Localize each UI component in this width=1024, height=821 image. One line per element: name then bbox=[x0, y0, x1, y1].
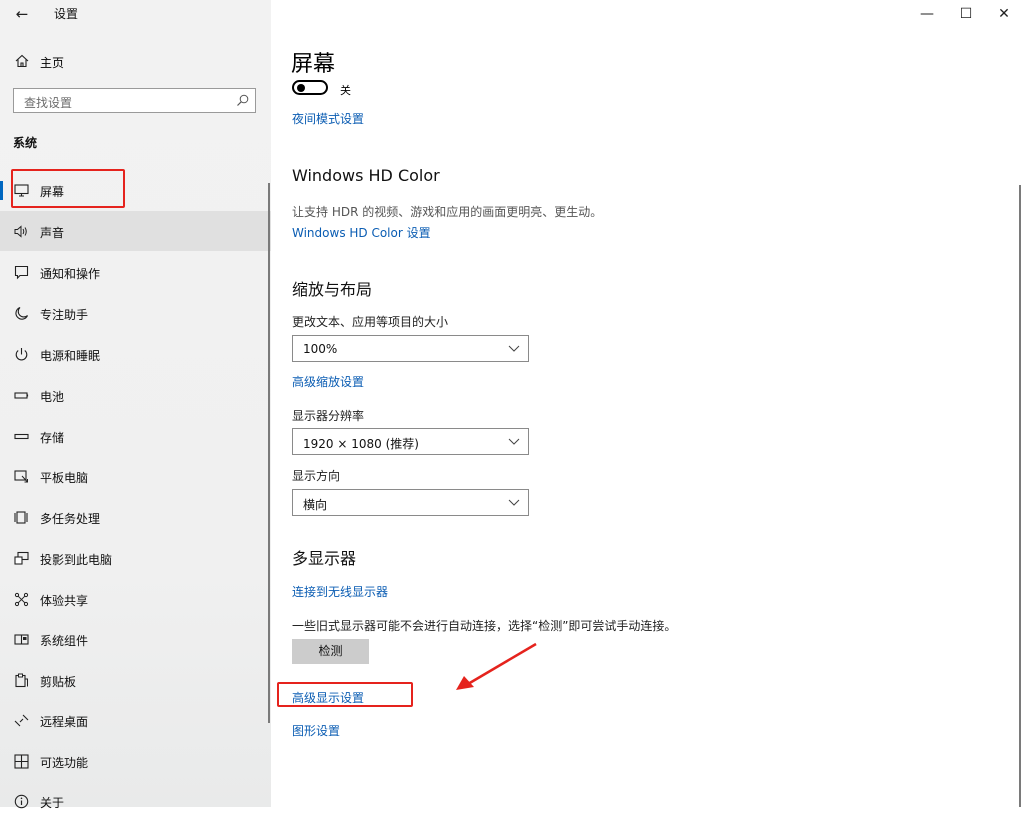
moon-icon bbox=[15, 306, 29, 320]
sidebar-item-label: 声音 bbox=[40, 226, 65, 240]
sidebar-item-tablet[interactable]: 平板电脑 bbox=[0, 456, 271, 496]
sidebar-item-sound[interactable]: 声音 bbox=[0, 211, 271, 251]
home-icon bbox=[15, 54, 29, 68]
selected-indicator bbox=[0, 181, 3, 200]
minimize-button[interactable]: — bbox=[912, 4, 942, 24]
speaker-icon bbox=[14, 225, 27, 238]
resolution-select[interactable]: 1920 × 1080 (推荐) bbox=[292, 428, 529, 455]
sidebar-item-optional-features[interactable]: 可选功能 bbox=[0, 741, 271, 781]
home-label: 主页 bbox=[40, 56, 65, 70]
sidebar-item-label: 多任务处理 bbox=[40, 512, 101, 526]
orientation-select[interactable]: 横向 bbox=[292, 489, 529, 516]
detect-hint: 一些旧式显示器可能不会进行自动连接，选择“检测”即可尝试手动连接。 bbox=[292, 619, 677, 633]
sidebar-item-project[interactable]: 投影到此电脑 bbox=[0, 538, 271, 578]
sidebar-item-remote-desktop[interactable]: 远程桌面 bbox=[0, 700, 271, 740]
advanced-scaling-link[interactable]: 高级缩放设置 bbox=[292, 373, 364, 390]
sidebar-item-label: 专注助手 bbox=[40, 308, 89, 322]
orientation-value: 横向 bbox=[303, 498, 328, 512]
app-title: 设置 bbox=[54, 7, 79, 21]
multitask-icon bbox=[14, 511, 28, 524]
sidebar-item-label: 关于 bbox=[40, 796, 65, 810]
sidebar-item-battery[interactable]: 电池 bbox=[0, 375, 271, 415]
storage-icon bbox=[14, 433, 29, 440]
share-icon bbox=[14, 592, 29, 607]
detect-button[interactable]: 检测 bbox=[292, 639, 369, 664]
wireless-display-link[interactable]: 连接到无线显示器 bbox=[292, 583, 388, 600]
sidebar-item-clipboard[interactable]: 剪贴板 bbox=[0, 660, 271, 700]
orientation-label: 显示方向 bbox=[292, 469, 341, 483]
remote-desktop-icon bbox=[14, 714, 29, 727]
sidebar-item-label: 剪贴板 bbox=[40, 675, 77, 689]
notification-icon bbox=[14, 265, 29, 280]
sidebar-item-label: 存储 bbox=[40, 431, 65, 445]
sidebar-item-multitasking[interactable]: 多任务处理 bbox=[0, 497, 271, 537]
sidebar-item-label: 通知和操作 bbox=[40, 267, 101, 281]
scale-layout-heading: 缩放与布局 bbox=[292, 280, 373, 299]
chevron-down-icon bbox=[508, 499, 520, 506]
night-light-toggle[interactable] bbox=[292, 80, 328, 95]
back-arrow-icon[interactable]: ← bbox=[10, 3, 34, 25]
hdr-settings-link[interactable]: Windows HD Color 设置 bbox=[292, 224, 431, 241]
chevron-down-icon bbox=[508, 438, 520, 445]
resolution-label: 显示器分辨率 bbox=[292, 409, 365, 423]
sidebar-item-label: 电池 bbox=[40, 390, 65, 404]
components-icon bbox=[14, 634, 29, 645]
hdr-description: 让支持 HDR 的视频、游戏和应用的画面更明亮、更生动。 bbox=[292, 205, 603, 219]
sidebar-item-label: 体验共享 bbox=[40, 594, 89, 608]
sidebar-scrollbar[interactable] bbox=[268, 183, 270, 723]
optional-features-icon bbox=[14, 754, 29, 769]
sidebar-item-label: 投影到此电脑 bbox=[40, 553, 113, 567]
sidebar-item-focus-assist[interactable]: 专注助手 bbox=[0, 293, 271, 333]
maximize-button[interactable]: ☐ bbox=[951, 4, 981, 24]
search-icon[interactable] bbox=[236, 94, 249, 107]
sidebar-item-label: 可选功能 bbox=[40, 756, 89, 770]
sidebar-item-label: 远程桌面 bbox=[40, 715, 89, 729]
resolution-value: 1920 × 1080 (推荐) bbox=[303, 437, 419, 451]
graphics-settings-link[interactable]: 图形设置 bbox=[292, 722, 340, 739]
sidebar-item-notifications[interactable]: 通知和操作 bbox=[0, 252, 271, 292]
close-button[interactable]: ✕ bbox=[989, 4, 1019, 24]
sidebar-item-shared-experiences[interactable]: 体验共享 bbox=[0, 579, 271, 619]
night-light-state: 关 bbox=[340, 84, 351, 97]
sidebar-item-about[interactable]: 关于 bbox=[0, 781, 271, 821]
page-title: 屏幕 bbox=[291, 52, 336, 77]
advanced-display-link[interactable]: 高级显示设置 bbox=[292, 689, 364, 706]
battery-icon bbox=[14, 392, 29, 399]
hdr-heading: Windows HD Color bbox=[292, 166, 440, 185]
multi-display-heading: 多显示器 bbox=[292, 549, 357, 568]
text-size-label: 更改文本、应用等项目的大小 bbox=[292, 315, 449, 329]
search-input[interactable]: 查找设置 bbox=[13, 88, 256, 113]
sidebar-item-power-sleep[interactable]: 电源和睡眠 bbox=[0, 334, 271, 374]
clipboard-icon bbox=[15, 673, 28, 688]
tablet-icon bbox=[14, 470, 28, 483]
project-icon bbox=[14, 551, 29, 565]
annotation-arrow-icon bbox=[456, 642, 537, 690]
sidebar-item-label: 电源和睡眠 bbox=[40, 349, 101, 363]
annotation-highlight-display bbox=[11, 169, 125, 208]
sidebar: ← 设置 主页 查找设置 系统 屏幕 声音 通知和操作 专注助手 电源和睡眠 电… bbox=[0, 0, 271, 810]
sidebar-item-system-components[interactable]: 系统组件 bbox=[0, 619, 271, 659]
power-icon bbox=[15, 348, 28, 361]
search-placeholder: 查找设置 bbox=[24, 96, 73, 110]
sidebar-home[interactable]: 主页 bbox=[0, 46, 271, 78]
section-title-system: 系统 bbox=[13, 136, 38, 150]
text-size-select[interactable]: 100% bbox=[292, 335, 529, 362]
toggle-knob bbox=[297, 84, 305, 92]
night-light-settings-link[interactable]: 夜间模式设置 bbox=[292, 110, 364, 127]
sidebar-item-label: 系统组件 bbox=[40, 634, 89, 648]
main-scrollbar[interactable] bbox=[1019, 185, 1021, 807]
sidebar-item-label: 平板电脑 bbox=[40, 471, 89, 485]
sidebar-item-storage[interactable]: 存储 bbox=[0, 416, 271, 456]
text-size-value: 100% bbox=[303, 342, 338, 356]
chevron-down-icon bbox=[508, 345, 520, 352]
